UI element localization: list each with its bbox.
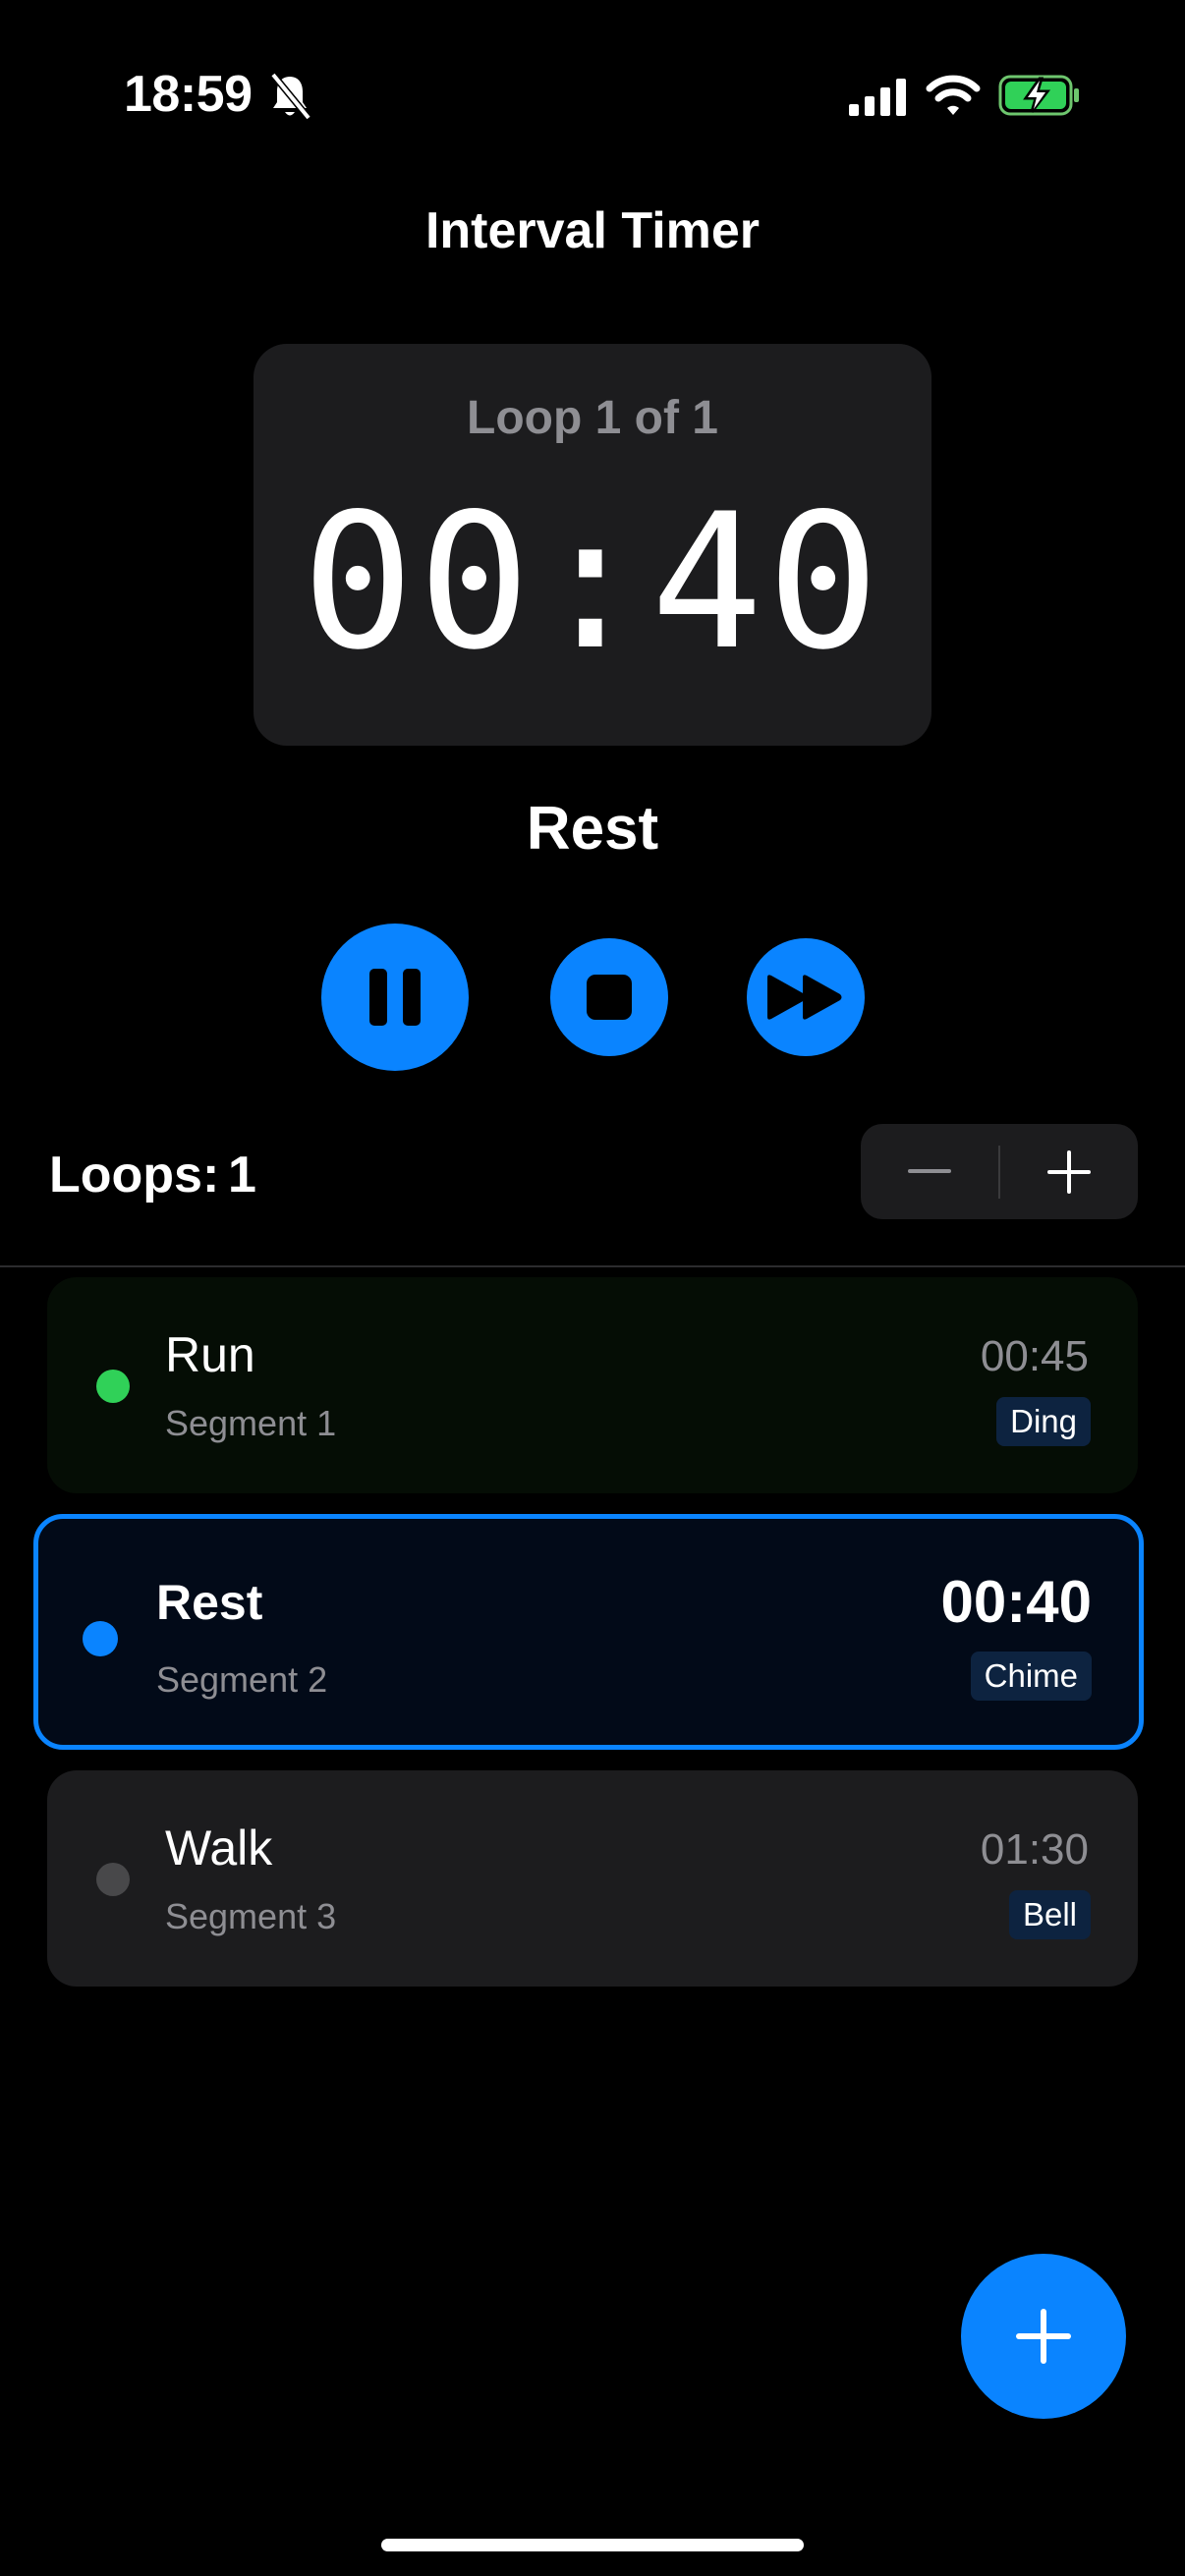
bell-slash-icon bbox=[270, 72, 311, 121]
pause-icon bbox=[369, 969, 421, 1026]
segment-row[interactable]: Walk Segment 3 01:30 Bell bbox=[47, 1770, 1138, 1987]
divider bbox=[0, 1265, 1185, 1267]
segment-name: Walk bbox=[165, 1820, 273, 1876]
stop-icon bbox=[587, 975, 632, 1020]
segment-name: Run bbox=[165, 1327, 255, 1382]
sound-badge: Ding bbox=[996, 1397, 1091, 1446]
plus-icon bbox=[1047, 1149, 1091, 1194]
sound-badge: Bell bbox=[1008, 1890, 1091, 1939]
segment-subtitle: Segment 2 bbox=[156, 1659, 328, 1700]
current-segment-name: Rest bbox=[526, 795, 659, 863]
skip-forward-icon bbox=[767, 975, 842, 1020]
stop-button[interactable] bbox=[550, 938, 668, 1056]
loops-label: Loops: bbox=[49, 1147, 220, 1204]
increment-loops-button[interactable] bbox=[1000, 1124, 1138, 1219]
countdown-display: 00:40 bbox=[302, 474, 883, 691]
segment-row[interactable]: Run Segment 1 00:45 Ding bbox=[47, 1277, 1138, 1493]
segment-subtitle: Segment 1 bbox=[165, 1403, 337, 1443]
segment-duration: 00:40 bbox=[940, 1569, 1092, 1635]
status-time: 18:59 bbox=[124, 66, 253, 123]
wifi-icon bbox=[926, 75, 981, 115]
segment-duration: 01:30 bbox=[980, 1825, 1089, 1874]
segment-row-active[interactable]: Rest Segment 2 00:40 Chime bbox=[33, 1514, 1144, 1750]
decrement-loops-button[interactable] bbox=[861, 1124, 998, 1219]
signal-icon bbox=[849, 79, 906, 116]
status-dot bbox=[96, 1863, 130, 1896]
loop-progress-label: Loop 1 of 1 bbox=[467, 392, 718, 444]
skip-forward-button[interactable] bbox=[747, 938, 865, 1056]
page-title: Interval Timer bbox=[424, 202, 761, 259]
segment-subtitle: Segment 3 bbox=[165, 1896, 337, 1936]
pause-button[interactable] bbox=[321, 924, 469, 1071]
add-segment-button[interactable] bbox=[961, 2254, 1126, 2419]
timer-card: Loop 1 of 1 00:40 bbox=[254, 344, 931, 746]
plus-icon bbox=[1016, 2309, 1071, 2364]
minus-icon bbox=[908, 1168, 951, 1173]
segment-duration: 00:45 bbox=[980, 1332, 1089, 1380]
sound-badge: Chime bbox=[970, 1652, 1092, 1701]
battery-charging-icon bbox=[998, 75, 1079, 116]
loops-stepper bbox=[861, 1124, 1138, 1219]
status-dot bbox=[96, 1370, 130, 1403]
status-dot bbox=[83, 1621, 118, 1656]
home-indicator bbox=[381, 2539, 804, 2551]
segment-name: Rest bbox=[156, 1575, 263, 1630]
loops-value: 1 bbox=[228, 1147, 256, 1204]
